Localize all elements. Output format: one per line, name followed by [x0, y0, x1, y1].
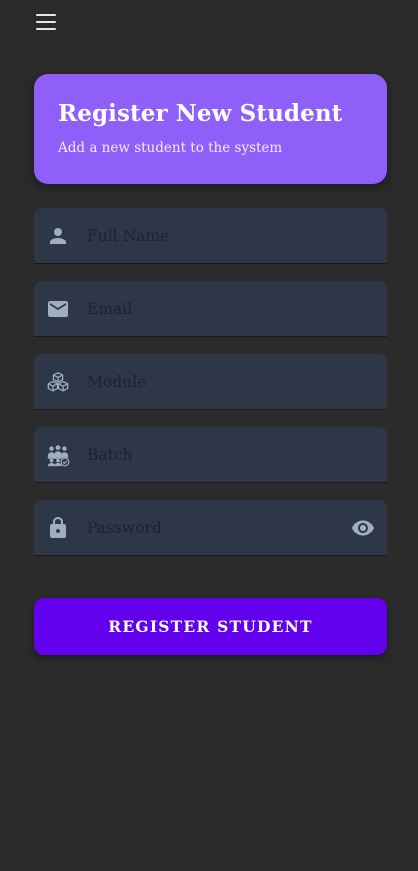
batch-placeholder: Batch — [87, 445, 133, 464]
hamburger-menu-icon[interactable] — [36, 14, 56, 30]
header-card: Register New Student Add a new student t… — [34, 74, 387, 184]
password-placeholder: Password — [87, 518, 162, 537]
full-name-field[interactable]: Full Name — [34, 208, 387, 264]
batch-field[interactable]: Batch — [34, 427, 387, 483]
lock-icon — [46, 516, 70, 540]
page-title: Register New Student — [58, 100, 343, 127]
eye-icon[interactable] — [351, 516, 375, 540]
email-field[interactable]: Email — [34, 281, 387, 337]
password-field[interactable]: Password — [34, 500, 387, 556]
page-subtitle: Add a new student to the system — [58, 140, 283, 156]
register-student-screen: Register New Student Add a new student t… — [0, 0, 418, 871]
group-icon — [46, 443, 70, 467]
person-icon — [46, 224, 70, 248]
email-placeholder: Email — [87, 299, 133, 318]
module-field[interactable]: Module — [34, 354, 387, 410]
email-icon — [46, 297, 70, 321]
module-placeholder: Module — [87, 372, 147, 391]
full-name-placeholder: Full Name — [87, 226, 170, 245]
cubes-icon — [46, 370, 70, 394]
register-student-button[interactable]: REGISTER STUDENT — [34, 598, 387, 655]
